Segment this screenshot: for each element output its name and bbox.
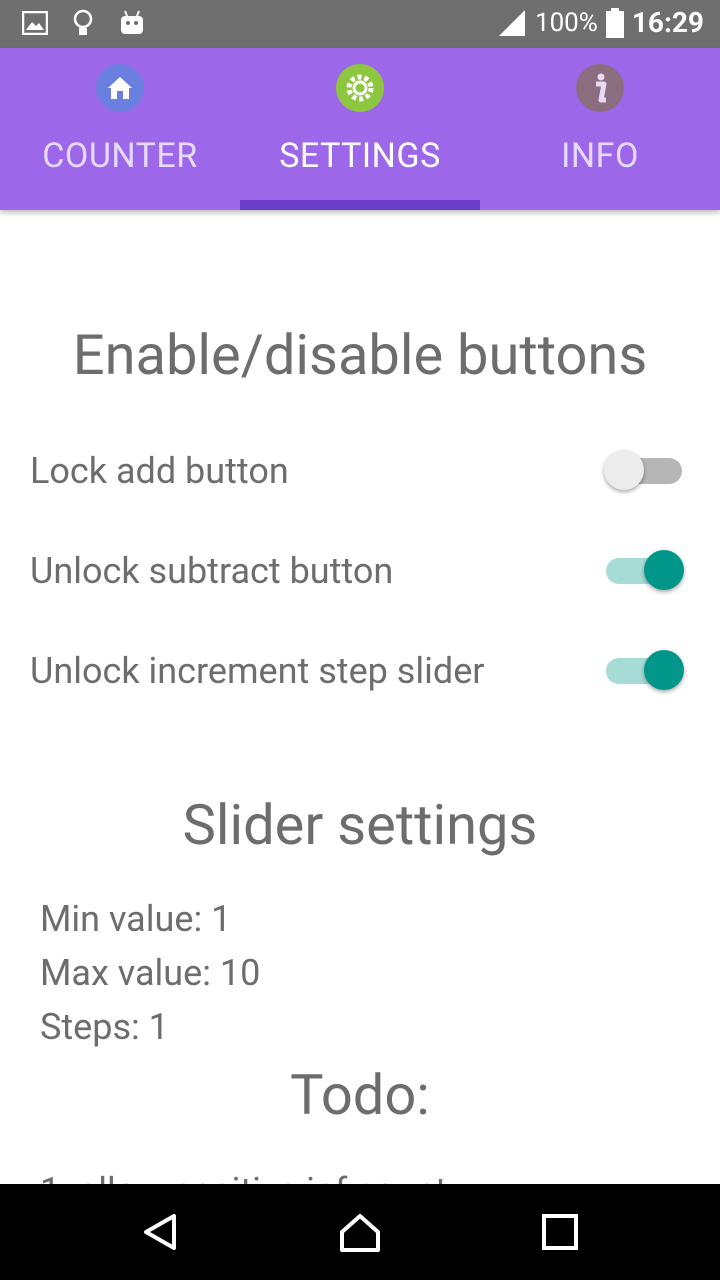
todo-title: Todo: bbox=[290, 1062, 430, 1128]
gear-icon bbox=[336, 64, 384, 112]
toggle-row-lock-add: Lock add button bbox=[30, 442, 690, 502]
toggle-row-unlock-subtract: Unlock subtract button bbox=[30, 542, 690, 602]
slider-min-value: Min value: 1 bbox=[40, 898, 232, 940]
tab-bar: COUNTER SETTINGS INFO bbox=[0, 48, 720, 210]
signal-icon bbox=[498, 9, 525, 36]
info-icon bbox=[576, 64, 624, 112]
recents-icon[interactable] bbox=[536, 1208, 584, 1256]
slider-section-title: Slider settings bbox=[182, 792, 538, 858]
toggle-label: Unlock increment step slider bbox=[30, 650, 485, 692]
home-icon bbox=[96, 64, 144, 112]
tab-indicator bbox=[240, 200, 480, 210]
back-icon[interactable] bbox=[136, 1208, 184, 1256]
slider-max-value: Max value: 10 bbox=[40, 952, 261, 994]
tab-info[interactable]: INFO bbox=[480, 48, 720, 210]
gallery-icon bbox=[22, 11, 48, 35]
toggle-label: Lock add button bbox=[30, 450, 289, 492]
battery-icon bbox=[605, 7, 624, 38]
lightbulb-icon bbox=[73, 9, 93, 35]
tab-counter[interactable]: COUNTER bbox=[0, 48, 240, 210]
todo-item-partial: 1. allow positive inf count... bbox=[40, 1170, 476, 1184]
tab-settings[interactable]: SETTINGS bbox=[240, 48, 480, 210]
settings-content[interactable]: Enable/disable buttons Lock add button U… bbox=[0, 210, 720, 1184]
switch-thumb bbox=[604, 450, 644, 490]
switch-thumb bbox=[644, 550, 684, 590]
unlock-slider-switch[interactable] bbox=[606, 650, 684, 690]
unlock-subtract-switch[interactable] bbox=[606, 550, 684, 590]
lock-add-switch[interactable] bbox=[604, 450, 682, 490]
toggle-row-unlock-slider: Unlock increment step slider bbox=[30, 642, 690, 702]
navigation-bar bbox=[0, 1184, 720, 1280]
tab-info-label: INFO bbox=[561, 136, 639, 176]
switch-thumb bbox=[644, 650, 684, 690]
tab-counter-label: COUNTER bbox=[42, 136, 198, 176]
buttons-section-title: Enable/disable buttons bbox=[72, 322, 648, 388]
toggle-label: Unlock subtract button bbox=[30, 550, 394, 592]
tab-settings-label: SETTINGS bbox=[279, 136, 441, 176]
home-nav-icon[interactable] bbox=[336, 1208, 384, 1256]
slider-steps: Steps: 1 bbox=[40, 1006, 169, 1048]
android-icon bbox=[121, 10, 143, 34]
status-bar: 100% 16:29 bbox=[0, 0, 720, 48]
status-time: 16:29 bbox=[631, 6, 704, 39]
battery-percent: 100% bbox=[534, 7, 598, 38]
